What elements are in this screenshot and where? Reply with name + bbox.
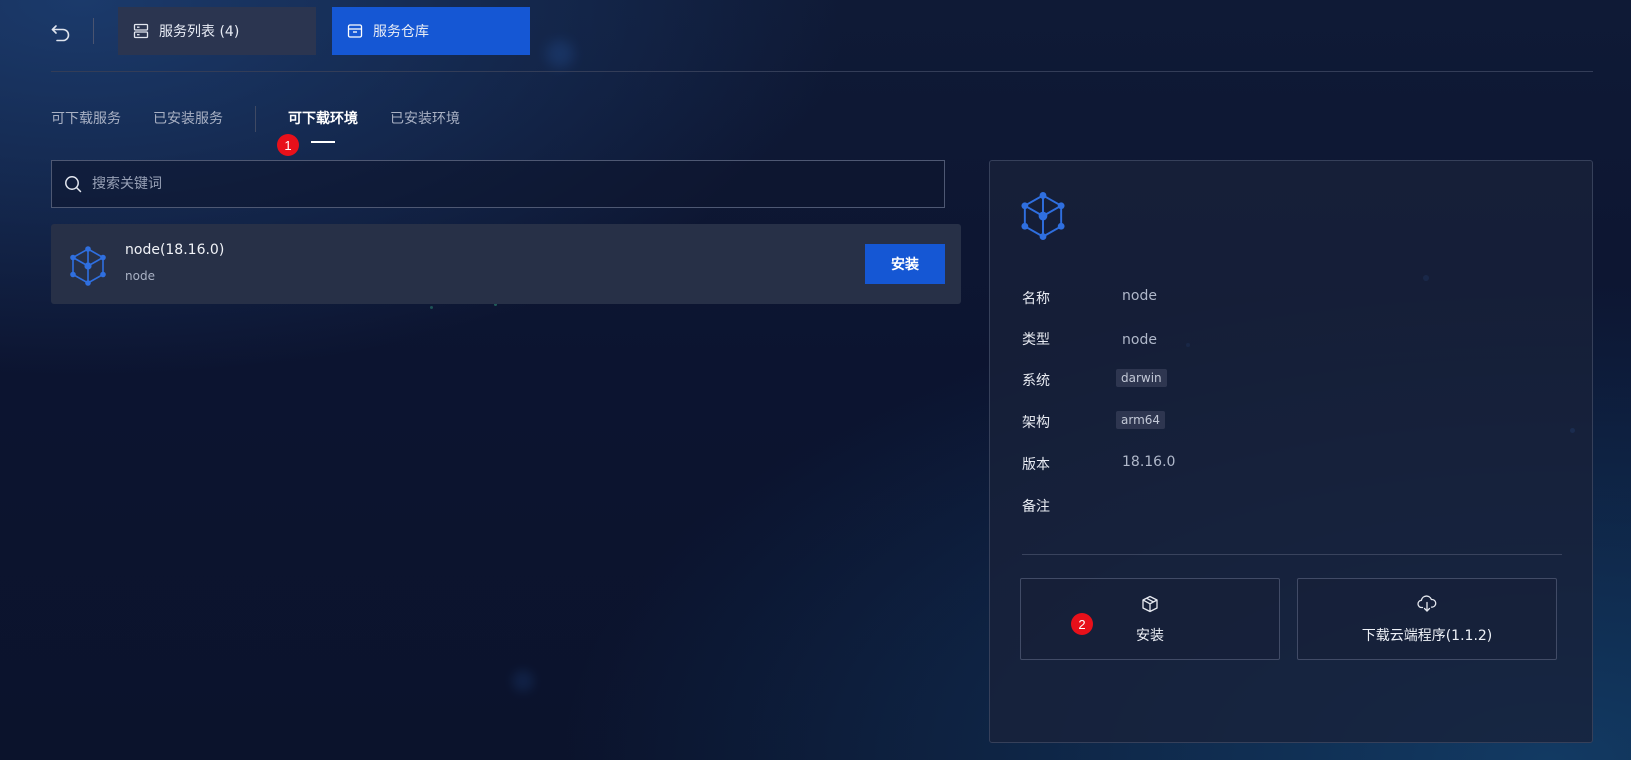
detail-label: 架构: [1022, 415, 1050, 431]
tab-service-list-label: 服务列表 (4): [159, 24, 240, 40]
detail-label: 系统: [1022, 373, 1050, 389]
subtab-downloadable-envs[interactable]: 可下载环境: [288, 108, 358, 128]
top-divider: [93, 18, 94, 44]
search-icon: [65, 176, 82, 193]
top-bar: 服务列表 (4) 服务仓库: [0, 0, 1631, 72]
detail-value: 18.16.0: [1122, 454, 1176, 470]
subtab-divider: [255, 106, 256, 132]
list-item-title: node(18.16.0): [125, 242, 225, 258]
install-button[interactable]: 安装: [865, 244, 945, 284]
server-list-icon: [133, 23, 149, 39]
bg-particle: [430, 306, 433, 309]
back-button[interactable]: [48, 20, 74, 46]
detail-value: node: [1122, 332, 1157, 348]
detail-label: 备注: [1022, 499, 1050, 515]
subtab-downloadable-services[interactable]: 可下载服务: [51, 108, 121, 128]
tab-service-list[interactable]: 服务列表 (4): [118, 7, 316, 55]
step-badge-2: 2: [1071, 613, 1093, 635]
cloud-download-icon: [1417, 595, 1437, 617]
detail-panel: 名称 node 类型 node 系统 darwin 架构 arm64 版本 18…: [989, 160, 1593, 743]
download-cloud-program-label: 下载云端程序(1.1.2): [1361, 628, 1493, 644]
tab-service-repo-label: 服务仓库: [373, 24, 429, 40]
node-cube-icon: [69, 246, 107, 290]
detail-label: 名称: [1022, 291, 1050, 307]
list-item[interactable]: node(18.16.0) node 安装: [51, 224, 961, 304]
subtab-installed-services[interactable]: 已安装服务: [153, 108, 223, 128]
subtab-installed-envs[interactable]: 已安装环境: [390, 108, 460, 128]
search-input[interactable]: [92, 176, 912, 192]
detail-label: 版本: [1022, 457, 1050, 473]
detail-cube-icon: [1020, 191, 1066, 245]
system-tag: darwin: [1116, 369, 1167, 387]
detail-divider: [1022, 554, 1562, 555]
step-badge-1: 1: [277, 134, 299, 156]
box-icon: [347, 24, 363, 38]
undo-icon: [51, 25, 70, 42]
cube-icon: [1141, 595, 1159, 617]
detail-value: node: [1122, 288, 1157, 304]
arch-tag: arm64: [1116, 411, 1166, 429]
detail-label: 类型: [1022, 332, 1050, 348]
search-box: [51, 160, 945, 208]
list-item-subtitle: node: [125, 269, 155, 283]
download-cloud-program-button[interactable]: 下载云端程序(1.1.2): [1297, 578, 1557, 660]
tab-service-repo[interactable]: 服务仓库: [332, 7, 530, 55]
bg-particle: [512, 670, 534, 692]
top-separator: [51, 71, 1593, 72]
detail-install-button[interactable]: 安装: [1020, 578, 1280, 660]
active-tab-indicator: [311, 141, 335, 143]
detail-install-label: 安装: [1136, 628, 1164, 644]
